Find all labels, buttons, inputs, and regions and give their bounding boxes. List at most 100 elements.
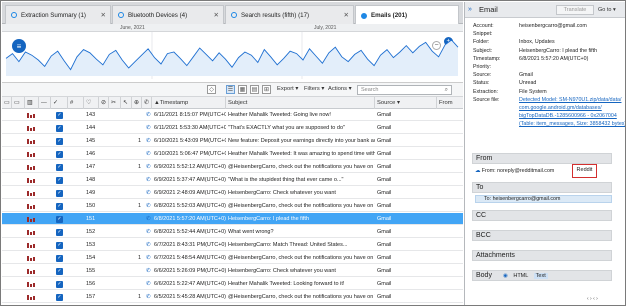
attachment-icon[interactable]: ⊕ [132,97,142,109]
column-header-number[interactable]: # [68,97,84,109]
property-row: Source: Gmail [469,71,625,79]
table-row[interactable]: ✓ 144 ✆ 6/11/2021 5:53:30 AM(UTC+0) "That's … [2,122,463,135]
table-row[interactable]: ✓ 155 ✆ 6/6/2021 5:26:09 PM(UTC+0) Heisenber… [2,265,463,278]
search-input[interactable]: Search ⌕ [357,85,452,95]
section-attachments[interactable]: Attachments [472,250,612,261]
property-label: Priority: [473,63,491,70]
row-checkbox[interactable]: ✓ [56,229,63,236]
row-subject: Heather Mahalik Tweeted: Looking forward… [228,281,345,287]
tab-emails[interactable]: Emails (201) [355,5,459,25]
row-attachment-count [136,148,142,160]
cut-icon[interactable]: ✂ [109,97,121,109]
goto-label: Go to [598,7,612,13]
tab-status-icon [11,12,17,18]
row-number: 146 [86,151,96,157]
heart-icon[interactable]: ♡ [84,97,99,109]
row-checkbox[interactable]: ✓ [56,125,63,132]
tab-extraction-summary[interactable]: Extraction Summary (1) ✕ [5,5,111,24]
row-timestamp: 6/5/2021 5:45:28 AM(UTC+0) [154,294,226,300]
column-header-subject[interactable]: Subject [226,97,375,109]
folder-open-icon[interactable]: ▭ [12,97,25,109]
section-bcc[interactable]: BCC [472,230,612,241]
table-row[interactable]: ✓ 143 ✆ 6/11/2021 8:15:07 PM(UTC+0) Heather … [2,109,463,122]
property-value[interactable]: bigTopDataDB.-1285600966 - 0x2067004 [519,112,617,120]
timeline-chart[interactable]: June, 2021 July, 2021 ≡ − + [2,24,463,83]
property-value[interactable]: com.google.android.gm/databases/ [519,104,602,112]
close-icon[interactable]: ✕ [214,11,219,19]
row-source: Gmail [377,229,392,235]
table-row[interactable]: ✓ 150 1 ✆ 6/8/2021 5:52:03 AM(UTC+0) @Heisenb… [2,200,463,213]
pointer-icon[interactable]: ↖ [121,97,132,109]
from-name-highlight[interactable]: Reddit [572,164,597,178]
section-from[interactable]: From [472,153,612,164]
row-checkbox[interactable]: ✓ [56,112,63,119]
table-row[interactable]: ✓ 146 ✆ 6/10/2021 5:06:47 PM(UTC+0) Heather … [2,148,463,161]
translate-button[interactable]: Translate [556,5,594,15]
body-text-tab[interactable]: Text [533,273,548,279]
table-row[interactable]: ✓ 157 1 ✆ 6/5/2021 5:45:28 AM(UTC+0) @Heisenb… [2,291,463,304]
tab-bar: Extraction Summary (1) ✕ Bluetooth Devic… [2,2,463,25]
folder-icon[interactable]: ▭ [2,97,12,109]
header-source: Source [377,100,396,106]
bar-chart-icon[interactable]: ▥ [25,97,39,109]
row-checkbox[interactable]: ✓ [56,242,63,249]
eye-slash-icon[interactable]: ⊘ [99,97,109,109]
tab-search-results[interactable]: Search results (fifth) (17) ✕ [225,5,354,24]
row-checkbox[interactable]: ✓ [56,255,63,262]
body-html-tab[interactable]: HTML [513,273,528,279]
table-row[interactable]: ✓ 154 1 ✆ 6/7/2021 5:48:54 AM(UTC+0) @Heisenb… [2,252,463,265]
check-icon[interactable]: ✓ [51,97,68,109]
row-number: 143 [86,112,96,118]
section-cc[interactable]: CC [472,210,612,221]
row-subject: What went wrong? [228,229,274,235]
row-checkbox[interactable]: ✓ [56,203,63,210]
detail-view-icon[interactable]: ▤ [250,85,259,94]
dash-icon[interactable]: — [39,97,51,109]
to-recipient[interactable]: To: heisenbergcarro@gmail.com [475,195,612,203]
phone-icon[interactable]: ✆ [142,97,152,109]
table-row[interactable]: ✓ 148 ✆ 6/9/2021 5:37:47 AM(UTC+0) "What is … [2,174,463,187]
column-header-timestamp[interactable]: ▲Timestamp [152,97,226,109]
table-row[interactable]: ✓ 156 ✆ 6/6/2021 5:22:47 AM(UTC+0) Heather M… [2,278,463,291]
row-checkbox[interactable]: ✓ [56,281,63,288]
row-checkbox[interactable]: ✓ [56,151,63,158]
table-row[interactable]: ✓ 152 ✆ 6/8/2021 5:52:44 AM(UTC+0) What went… [2,226,463,239]
expand-icon[interactable]: ‹ › ‹ › [587,296,598,302]
property-value[interactable]: (Table: item_messages, Size: 3858432 byt… [519,120,625,128]
search-icon[interactable]: ⌕ [445,86,448,94]
close-icon[interactable]: ✕ [101,11,106,19]
property-value: File System [519,88,547,95]
list-view-icon[interactable]: ☰ [226,85,235,94]
columns-icon[interactable]: ⊞ [262,85,271,94]
row-checkbox[interactable]: ✓ [56,164,63,171]
section-to[interactable]: To [472,182,612,193]
grid-view-icon[interactable]: ▦ [238,85,247,94]
collapse-icon[interactable]: » [468,2,472,18]
column-header-source[interactable]: Source ▾ [375,97,437,109]
row-checkbox[interactable]: ✓ [56,190,63,197]
tag-icon[interactable]: ◇ [207,85,216,94]
row-checkbox[interactable]: ✓ [56,294,63,301]
row-checkbox[interactable]: ✓ [56,216,63,223]
severity-icon [27,204,35,209]
actions-menu[interactable]: Actions ▾ [328,86,352,92]
email-icon: ✆ [146,216,151,222]
table-row[interactable]: ✓ 147 1 ✆ 6/9/2021 5:52:12 AM(UTC+0) @Heisenb… [2,161,463,174]
close-icon[interactable]: ✕ [344,11,349,19]
row-timestamp: 6/9/2021 5:52:12 AM(UTC+0) [154,164,226,170]
export-menu[interactable]: Export ▾ [277,86,298,92]
table-row[interactable]: ✓ 145 1 ✆ 6/10/2021 5:43:09 PM(UTC+0) New fea… [2,135,463,148]
row-checkbox[interactable]: ✓ [56,268,63,275]
table-row[interactable]: ✓ 151 ✆ 6/8/2021 5:57:20 AM(UTC+0) Heisenber… [2,213,463,226]
table-row[interactable]: ✓ 149 ✆ 6/9/2021 2:48:09 AM(UTC+0) Heisenber… [2,187,463,200]
goto-menu[interactable]: Go to ▾ [598,5,616,15]
table-row[interactable]: ✓ 153 ✆ 6/7/2021 8:43:31 PM(UTC+0) Heisenber… [2,239,463,252]
row-checkbox[interactable]: ✓ [56,177,63,184]
eye-icon[interactable]: ◉ [503,273,508,279]
row-checkbox[interactable]: ✓ [56,138,63,145]
filters-menu[interactable]: Filters ▾ [304,86,324,92]
property-value[interactable]: Detected Model: SM-N970U1.zip/data/data/ [519,96,621,104]
tab-bluetooth-devices[interactable]: Bluetooth Devices (4) ✕ [112,5,224,24]
column-header-from[interactable]: From [437,97,463,109]
email-icon: ✆ [146,151,151,157]
